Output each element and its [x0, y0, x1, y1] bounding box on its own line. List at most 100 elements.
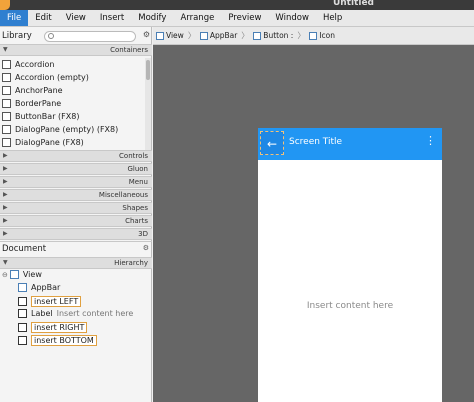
section-containers[interactable]: ▼ Containers: [0, 44, 152, 56]
document-title: Document: [2, 244, 47, 254]
menu-view[interactable]: View: [59, 10, 93, 26]
expand-icon: ▶: [3, 165, 8, 172]
tree-item-label: insert BOTTOM: [31, 335, 97, 346]
section-label: Miscellaneous: [98, 191, 148, 199]
buttonbar-icon: [2, 112, 11, 121]
tree-item-label: AppBar: [31, 283, 61, 292]
accordion-icon: [2, 73, 11, 82]
library-scrollbar[interactable]: [145, 58, 151, 150]
content-area: View 〉 AppBar 〉 Button : 〉 Icon ← Screen…: [153, 27, 474, 402]
list-item[interactable]: Accordion (empty): [0, 71, 145, 84]
section-hierarchy[interactable]: ▼ Hierarchy: [0, 257, 152, 269]
section-label: Hierarchy: [114, 259, 148, 267]
list-item-label: AnchorPane: [15, 86, 63, 95]
section-gluon[interactable]: ▶ Gluon: [0, 163, 152, 175]
dialogpane-icon: [2, 125, 11, 134]
library-search-input[interactable]: [44, 31, 136, 42]
section-shapes[interactable]: ▶ Shapes: [0, 202, 152, 214]
breadcrumb-button[interactable]: Button :: [253, 31, 293, 40]
breadcrumb-label: Button :: [263, 31, 294, 40]
app-bar[interactable]: ← Screen Title ⋮: [258, 128, 442, 160]
menu-help[interactable]: Help: [316, 10, 349, 26]
list-item-label: Accordion (empty): [15, 73, 89, 82]
tree-item-label: insert LEFT: [31, 296, 82, 307]
section-controls[interactable]: ▶ Controls: [0, 150, 152, 162]
list-item[interactable]: DialogPane (FX8): [0, 136, 145, 149]
tree-item-view[interactable]: ⊖ View: [2, 270, 42, 279]
list-item-label: ButtonBar (FX8): [15, 112, 80, 121]
document-settings-icon[interactable]: ⚙: [143, 244, 149, 252]
menu-modify[interactable]: Modify: [131, 10, 173, 26]
section-label: Menu: [128, 178, 148, 186]
menu-insert[interactable]: Insert: [93, 10, 131, 26]
breadcrumb: View 〉 AppBar 〉 Button : 〉 Icon: [153, 27, 474, 45]
menu-window[interactable]: Window: [268, 10, 316, 26]
left-panel: Library ⚙ ▼ Containers Accordion Accordi…: [0, 27, 152, 402]
section-label: Containers: [110, 46, 148, 54]
button-icon: [253, 31, 262, 40]
menu-edit[interactable]: Edit: [28, 10, 58, 26]
list-item-label: DialogPane (empty) (FX8): [15, 125, 119, 134]
expand-icon: ▶: [3, 178, 8, 185]
scroll-thumb[interactable]: [146, 60, 150, 80]
menu-bar: File Edit View Insert Modify Arrange Pre…: [0, 10, 474, 27]
section-3d[interactable]: ▶ 3D: [0, 228, 152, 240]
tree-item-label-node[interactable]: Label Insert content here: [18, 309, 133, 318]
title-bar: Untitled: [0, 0, 474, 10]
accordion-icon: [2, 60, 11, 69]
breadcrumb-label: View: [166, 31, 184, 40]
menu-preview[interactable]: Preview: [221, 10, 268, 26]
library-header: Library ⚙: [0, 29, 152, 44]
list-item-label: BorderPane: [15, 99, 62, 108]
section-label: Gluon: [127, 165, 148, 173]
menu-arrange[interactable]: Arrange: [173, 10, 221, 26]
placeholder-icon: [18, 336, 27, 345]
tree-item-label: Label: [31, 309, 53, 318]
expand-icon: ▶: [3, 204, 8, 211]
collapse-icon[interactable]: ⊖: [2, 271, 8, 279]
breadcrumb-icon[interactable]: Icon: [309, 31, 335, 40]
section-label: Shapes: [122, 204, 148, 212]
breadcrumb-label: Icon: [319, 31, 336, 40]
tree-item-insert-right[interactable]: insert RIGHT: [18, 322, 88, 333]
menu-file[interactable]: File: [0, 10, 29, 26]
list-item-label: DialogPane (FX8): [15, 138, 84, 147]
expand-icon: ▶: [3, 230, 8, 237]
breadcrumb-label: AppBar: [209, 31, 238, 40]
section-label: 3D: [138, 230, 148, 238]
expand-icon: ▶: [3, 217, 8, 224]
icon-icon: [309, 31, 318, 40]
expand-icon: ▼: [3, 46, 8, 53]
list-item[interactable]: BorderPane: [0, 97, 145, 110]
list-item[interactable]: Accordion: [0, 58, 145, 71]
tree-item-insert-bottom[interactable]: insert BOTTOM: [18, 335, 97, 346]
list-item[interactable]: AnchorPane: [0, 84, 145, 97]
section-miscellaneous[interactable]: ▶ Miscellaneous: [0, 189, 152, 201]
section-label: Controls: [119, 152, 148, 160]
list-item[interactable]: ButtonBar (FX8): [0, 110, 145, 123]
view-icon: [156, 31, 164, 40]
breadcrumb-view[interactable]: View: [156, 31, 184, 40]
expand-icon: ▼: [3, 259, 8, 266]
back-arrow-icon[interactable]: ←: [260, 131, 284, 155]
more-vert-icon[interactable]: ⋮: [425, 135, 436, 146]
preview-screen[interactable]: ← Screen Title ⋮ Insert content here: [258, 128, 442, 402]
tree-item-insert-left[interactable]: insert LEFT: [18, 296, 82, 307]
section-label: Charts: [125, 217, 148, 225]
borderpane-icon: [2, 99, 11, 108]
tree-item-appbar[interactable]: AppBar: [18, 283, 60, 292]
library-list: Accordion Accordion (empty) AnchorPane B…: [0, 58, 145, 150]
expand-icon: ▶: [3, 191, 8, 198]
breadcrumb-appbar[interactable]: AppBar: [199, 31, 238, 40]
section-charts[interactable]: ▶ Charts: [0, 215, 152, 227]
anchorpane-icon: [2, 86, 11, 95]
chevron-right-icon: 〉: [297, 31, 306, 40]
placeholder-icon: [18, 323, 27, 332]
list-item[interactable]: DialogPane (empty) (FX8): [0, 123, 145, 136]
tree-item-detail: Insert content here: [56, 309, 134, 318]
section-menu[interactable]: ▶ Menu: [0, 176, 152, 188]
expand-icon: ▶: [3, 152, 8, 159]
library-settings-icon[interactable]: ⚙: [143, 30, 150, 39]
tree-item-label: insert RIGHT: [31, 322, 88, 333]
list-item-label: Accordion: [15, 60, 55, 69]
